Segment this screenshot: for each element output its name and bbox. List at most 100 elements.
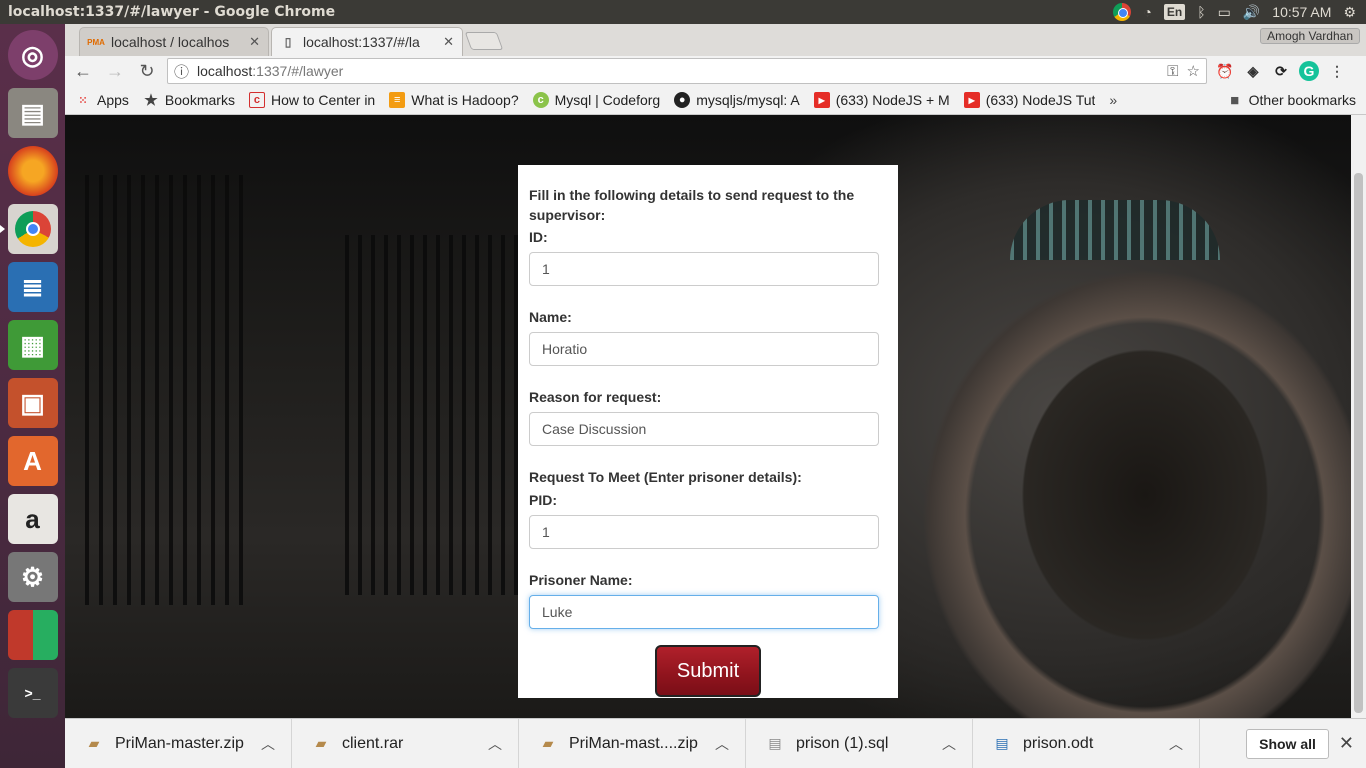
profile-badge[interactable]: Amogh Vardhan (1260, 28, 1360, 44)
sync-extension-icon[interactable]: ⟳ (1271, 61, 1291, 81)
pid-label: PID: (529, 492, 557, 508)
archive-icon: ▰ (88, 735, 100, 751)
tab-title: localhost / localhos (111, 34, 230, 50)
show-all-button[interactable]: Show all (1246, 728, 1329, 759)
forward-arrow-icon[interactable]: → (103, 59, 127, 83)
chevron-up-icon[interactable]: ︿ (715, 734, 729, 754)
calc-icon[interactable]: ▦ (7, 320, 58, 370)
terminal-icon[interactable]: >_ (7, 668, 58, 718)
download-item[interactable]: ▤ prison (1).sql ︿ (746, 718, 973, 768)
files-icon[interactable]: ▤ (7, 88, 58, 138)
top-panel: localhost:1337/#/lawyer - Google Chrome … (0, 0, 1366, 24)
keyboard-language-indicator[interactable]: En (1163, 4, 1186, 20)
tab-phpmyadmin[interactable]: PMA localhost / localhos ✕ (79, 27, 269, 56)
unity-launcher: ◎ ▤ ≣ ▦ ▣ A a ⚙ >_ (0, 24, 65, 768)
close-icon[interactable]: ✕ (443, 34, 454, 50)
submit-button[interactable]: Submit (655, 645, 761, 697)
hadoop-icon: ≡ (389, 92, 406, 108)
id-field[interactable] (529, 252, 879, 286)
bookmark-apps[interactable]: ⁙ Apps (75, 92, 129, 108)
chevron-up-icon[interactable]: ︿ (1169, 734, 1183, 754)
gear-icon[interactable]: ⚙ (1343, 4, 1356, 21)
chevron-up-icon[interactable]: ︿ (261, 734, 275, 754)
download-item[interactable]: ▰ PriMan-mast....zip ︿ (519, 718, 746, 768)
ubuntu-dash-icon[interactable]: ◎ (7, 30, 58, 80)
bookmark-codeforge[interactable]: c Mysql | Codeforg (532, 92, 660, 108)
download-item[interactable]: ▰ client.rar ︿ (292, 718, 519, 768)
clock[interactable]: 10:57 AM (1272, 4, 1331, 20)
info-icon[interactable]: ⓘ (174, 61, 189, 82)
close-icon[interactable]: ✕ (249, 34, 260, 50)
software-center-icon[interactable]: A (7, 436, 58, 486)
bookmark-bookmarks[interactable]: ★ Bookmarks (143, 92, 235, 109)
wifi-icon[interactable]: ◔ (1143, 4, 1151, 20)
apps-grid-icon: ⁙ (78, 94, 88, 107)
impress-icon[interactable]: ▣ (7, 378, 58, 428)
key-icon[interactable]: ⚿ (1167, 63, 1178, 80)
youtube-icon: ▶ (963, 92, 980, 108)
grammarly-icon[interactable]: G (1299, 61, 1319, 81)
firefox-icon[interactable] (7, 146, 58, 196)
battery-icon[interactable]: ▭ (1218, 4, 1231, 21)
chrome-tray-icon[interactable] (1113, 3, 1132, 21)
phpmyadmin-favicon-icon: PMA (87, 37, 105, 47)
download-shelf: ▰ PriMan-master.zip ︿ ▰ client.rar ︿ ▰ P… (65, 718, 1366, 768)
barred-window (1010, 200, 1220, 260)
prisoner-name-label: Prisoner Name: (529, 572, 633, 588)
archive-icon: ▰ (542, 735, 554, 751)
cell-bars-middle (345, 235, 531, 595)
back-arrow-icon[interactable]: ← (71, 59, 95, 83)
reason-field[interactable] (529, 412, 879, 446)
prisoner-name-field[interactable] (529, 595, 879, 629)
text-file-icon: ▤ (768, 735, 782, 751)
document-icon: ▤ (995, 735, 1009, 751)
bookmarks-overflow-button[interactable]: » (1109, 92, 1117, 108)
address-bar[interactable]: ⓘ localhost:1337/#/lawyer ⚿ ☆ (167, 58, 1207, 84)
url-text: localhost:1337/#/lawyer (197, 63, 344, 79)
system-tray: ◔ En ᛒ ▭ 🔊 10:57 AM ⚙ (1113, 3, 1366, 21)
system-settings-icon[interactable]: ⚙ (7, 552, 58, 602)
bookmark-hadoop[interactable]: ≡ What is Hadoop? (389, 92, 519, 108)
workspace-switcher-icon[interactable] (7, 610, 58, 660)
tab-title: localhost:1337/#/la (303, 34, 420, 50)
codeforge-icon: c (532, 92, 549, 108)
download-item[interactable]: ▰ PriMan-master.zip ︿ (65, 718, 292, 768)
close-icon[interactable]: ✕ (1339, 733, 1354, 754)
bluetooth-icon[interactable]: ᛒ (1197, 4, 1205, 20)
volume-icon[interactable]: 🔊 (1243, 4, 1260, 21)
new-tab-button[interactable] (464, 32, 504, 50)
page-viewport: Fill in the following details to send re… (65, 115, 1351, 718)
window-title: localhost:1337/#/lawyer - Google Chrome (8, 4, 336, 20)
youtube-icon: ▶ (813, 92, 830, 108)
bookmark-mysqljs[interactable]: ● mysqljs/mysql: A (674, 92, 800, 108)
c-icon: c (248, 92, 265, 108)
chevron-up-icon[interactable]: ︿ (942, 734, 956, 754)
download-item[interactable]: ▤ prison.odt ︿ (973, 718, 1200, 768)
reason-label: Reason for request: (529, 389, 662, 405)
writer-icon[interactable]: ≣ (7, 262, 58, 312)
alarm-extension-icon[interactable]: ⏰ (1215, 61, 1235, 81)
browser-toolbar: ← → ↻ ⓘ localhost:1337/#/lawyer ⚿ ☆ ⏰ ◈ … (65, 56, 1366, 86)
chevron-up-icon[interactable]: ︿ (488, 734, 502, 754)
bookmark-how-to-center[interactable]: c How to Center in (248, 92, 375, 108)
name-label: Name: (529, 309, 572, 325)
privacy-extension-icon[interactable]: ◈ (1243, 61, 1263, 81)
menu-icon[interactable]: ⋮ (1327, 61, 1347, 81)
bookmark-nodejs-2[interactable]: ▶ (633) NodeJS Tut (963, 92, 1095, 108)
page-scrollbar[interactable] (1351, 115, 1366, 718)
github-icon: ● (674, 92, 691, 108)
name-field[interactable] (529, 332, 879, 366)
page-favicon-icon: ▯ (284, 35, 292, 49)
bookmark-nodejs-1[interactable]: ▶ (633) NodeJS + M (813, 92, 950, 108)
folder-icon: ■ (1230, 91, 1240, 109)
pid-field[interactable] (529, 515, 879, 549)
reload-icon[interactable]: ↻ (135, 59, 159, 83)
bookmark-star-icon[interactable]: ☆ (1187, 62, 1200, 80)
scroll-thumb[interactable] (1354, 173, 1363, 713)
other-bookmarks[interactable]: ■ Other bookmarks (1227, 91, 1356, 109)
star-icon: ★ (144, 92, 158, 109)
amazon-icon[interactable]: a (7, 494, 58, 544)
chrome-icon[interactable] (0, 204, 58, 254)
tab-lawyer[interactable]: ▯ localhost:1337/#/la ✕ (271, 27, 463, 56)
tab-strip: PMA localhost / localhos ✕ ▯ localhost:1… (65, 24, 1366, 56)
